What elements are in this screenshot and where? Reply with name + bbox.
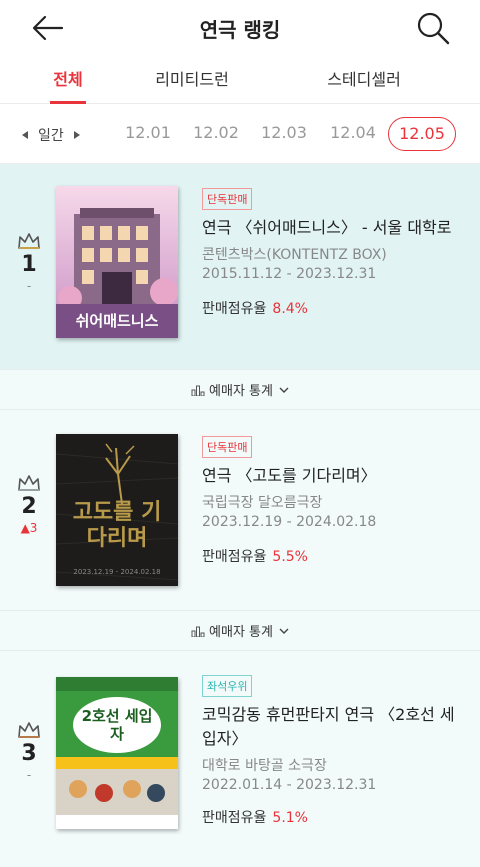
poster-image[interactable]: 2호선 세입자: [56, 677, 178, 829]
rank-number: 1: [21, 252, 37, 277]
rank-column: 3 -: [14, 721, 44, 782]
poster-title: 2호선 세입자: [81, 707, 153, 743]
item-title[interactable]: 코믹감동 휴먼판타지 연극 〈2호선 세입자〉: [202, 703, 460, 751]
date-option[interactable]: 12.02: [188, 123, 244, 142]
rank-number: 2: [21, 494, 37, 519]
rank-column: 1 -: [14, 232, 44, 293]
exclusive-badge: 단독판매: [202, 188, 253, 210]
crown-icon: [18, 722, 40, 738]
date-option[interactable]: 12.03: [256, 123, 312, 142]
ranking-item[interactable]: 2 ▲3 2023.12.19 - 2024.02.18 고도를 기다리며 단독…: [0, 410, 480, 610]
tab-steady-seller[interactable]: 스테디셀러: [326, 66, 402, 104]
item-info: 단독판매 연극 〈쉬어매드니스〉 - 서울 대학로 콘텐츠박스(KONTENTZ…: [202, 188, 460, 318]
sales-share-value: 8.4%: [272, 301, 308, 317]
ranking-item[interactable]: 3 - 2호선 세입자 좌석우위 코믹감동 휴먼판타지 연극 〈2호선 세입자〉…: [0, 651, 480, 867]
ranking-item[interactable]: 1 - 쉬어매드니스 단독판매 연극 〈쉬어매드니스〉 - 서울 대학로 콘텐츠…: [0, 164, 480, 369]
item-title[interactable]: 연극 〈쉬어매드니스〉 - 서울 대학로: [202, 216, 460, 240]
sales-share-label: 판매점유율: [202, 810, 267, 826]
svg-text:2023.12.19 - 2024.02.18: 2023.12.19 - 2024.02.18: [73, 568, 160, 576]
crown-icon: [18, 475, 40, 491]
item-dates: 2022.01.14 - 2023.12.31: [202, 777, 377, 793]
crown-icon: [18, 233, 40, 249]
rank-change: -: [26, 768, 32, 782]
sales-share: 판매점유율 5.5%: [202, 546, 460, 566]
buyer-stats-label: 예매자 통계: [209, 384, 273, 399]
sales-share: 판매점유율 5.1%: [202, 807, 460, 827]
rank-change: ▲3: [20, 521, 38, 535]
sales-share-label: 판매점유율: [202, 301, 267, 317]
item-venue: 대학로 바탕골 소극장: [202, 758, 327, 774]
sales-share: 판매점유율 8.4%: [202, 298, 460, 318]
buyer-stats-label: 예매자 통계: [209, 625, 273, 640]
search-icon[interactable]: [416, 10, 450, 46]
prev-period-icon[interactable]: [22, 131, 28, 139]
tab-limited-run[interactable]: 리미티드런: [154, 66, 230, 104]
tab-bar: 전체 리미티드런 스테디셀러: [0, 56, 480, 104]
date-option-selected[interactable]: 12.05: [388, 117, 456, 151]
item-venue: 국립극장 달오름극장: [202, 495, 323, 511]
sales-share-label: 판매점유율: [202, 549, 267, 565]
poster-image[interactable]: 쉬어매드니스: [56, 186, 178, 338]
rank-change: -: [26, 279, 32, 293]
tab-all[interactable]: 전체: [50, 66, 86, 104]
chevron-down-icon: [279, 387, 289, 393]
exclusive-badge: 단독판매: [202, 436, 253, 458]
seat-advantage-badge: 좌석우위: [202, 675, 253, 697]
poster-title: 쉬어매드니스: [75, 312, 159, 330]
back-arrow-icon[interactable]: [30, 12, 66, 44]
poster-image[interactable]: 2023.12.19 - 2024.02.18 고도를 기다리며: [56, 434, 178, 586]
period-selector[interactable]: 일간: [22, 125, 80, 145]
sales-share-value: 5.5%: [272, 549, 308, 565]
chevron-down-icon: [279, 628, 289, 634]
page-title: 연극 랭킹: [199, 17, 281, 42]
poster-title: 고도를 기다리며: [72, 500, 162, 551]
sales-share-value: 5.1%: [272, 810, 308, 826]
item-info: 좌석우위 코믹감동 휴먼판타지 연극 〈2호선 세입자〉 대학로 바탕골 소극장…: [202, 675, 460, 827]
bar-chart-icon: [191, 626, 205, 637]
date-option[interactable]: 12.01: [120, 123, 176, 142]
item-dates: 2023.12.19 - 2024.02.18: [202, 514, 377, 530]
period-label: 일간: [38, 128, 64, 144]
next-period-icon[interactable]: [73, 131, 80, 139]
item-venue: 콘텐츠박스(KONTENTZ BOX): [202, 247, 387, 263]
date-bar: 일간 12.01 12.02 12.03 12.04 12.05: [0, 104, 480, 164]
bar-chart-icon: [191, 385, 205, 396]
rank-column: 2 ▲3: [14, 474, 44, 535]
item-info: 단독판매 연극 〈고도를 기다리며〉 국립극장 달오름극장 2023.12.19…: [202, 436, 460, 566]
rank-number: 3: [21, 741, 37, 766]
date-option[interactable]: 12.04: [325, 123, 381, 142]
header: 연극 랭킹: [0, 0, 480, 56]
buyer-stats-toggle[interactable]: 예매자 통계: [0, 610, 480, 651]
item-title[interactable]: 연극 〈고도를 기다리며〉: [202, 464, 460, 488]
item-dates: 2015.11.12 - 2023.12.31: [202, 266, 377, 282]
buyer-stats-toggle[interactable]: 예매자 통계: [0, 369, 480, 410]
